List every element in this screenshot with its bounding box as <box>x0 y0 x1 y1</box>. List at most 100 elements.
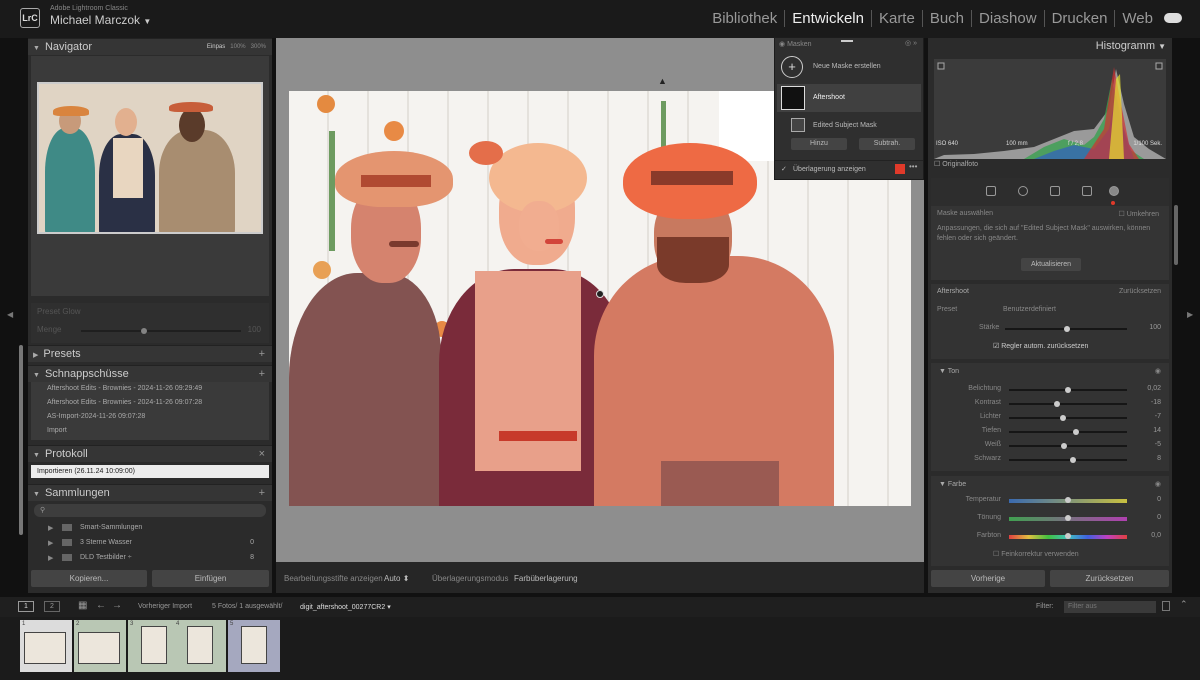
forward-arrow-icon[interactable]: → <box>112 600 122 611</box>
drag-handle[interactable] <box>841 40 853 42</box>
slider-value[interactable]: 0 <box>1141 514 1161 521</box>
filmstrip-thumb[interactable]: 2 <box>74 620 126 672</box>
red-eye-icon[interactable] <box>1050 186 1060 196</box>
color-title[interactable]: ▼ Farbe <box>939 481 966 488</box>
page-2-button[interactable]: 2 <box>44 601 60 612</box>
slider-value[interactable]: -5 <box>1141 441 1161 448</box>
collections-header[interactable]: ▼ Sammlungen + <box>28 484 272 501</box>
overlay-checkbox[interactable]: ✓ <box>781 165 787 173</box>
preset-select[interactable]: Benutzerdefiniert <box>1003 306 1056 313</box>
slider-knob[interactable] <box>1069 457 1076 463</box>
slider-track[interactable] <box>1009 497 1127 503</box>
lock-icon[interactable] <box>1162 601 1170 611</box>
slider-value[interactable]: 14 <box>1141 427 1161 434</box>
histogram-header[interactable]: Histogramm ▼ <box>1096 40 1166 52</box>
subtract-mask-button[interactable]: Subtrah. <box>859 138 915 150</box>
snapshot-item[interactable]: Aftershoot Edits - Brownies - 2024-11-26… <box>31 396 269 410</box>
add-snapshot-icon[interactable]: + <box>259 366 265 383</box>
module-diashow[interactable]: Diashow <box>972 10 1045 27</box>
amount-slider[interactable] <box>1005 326 1127 332</box>
auto-reset-checkbox[interactable]: ☑ Regler autom. zurücksetzen <box>993 342 1088 350</box>
source-label[interactable]: Vorheriger Import <box>138 603 192 610</box>
grid-icon[interactable]: ▦ <box>78 600 87 611</box>
history-header[interactable]: ▼ Protokoll × <box>28 445 272 462</box>
slider-knob[interactable] <box>1065 387 1071 393</box>
filmstrip-thumb[interactable]: 3 <box>128 620 180 672</box>
snapshot-item[interactable]: AS-Import-2024-11-26 09:07:28 <box>31 410 269 424</box>
slider-knob[interactable] <box>1054 401 1061 407</box>
expand-icon[interactable]: ▶ <box>48 524 53 532</box>
left-scrollbar[interactable] <box>19 345 23 535</box>
zoom-fit[interactable]: Einpas <box>207 44 225 50</box>
slider-track[interactable] <box>1009 515 1127 521</box>
page-1-button[interactable]: 1 <box>18 601 34 612</box>
effects-slider[interactable] <box>81 328 241 334</box>
slider-knob[interactable] <box>1060 415 1067 421</box>
slider-knob[interactable] <box>1065 533 1071 539</box>
left-panel-toggle-icon[interactable]: ◀ <box>7 310 13 319</box>
add-collection-icon[interactable]: + <box>259 485 265 502</box>
cloud-icon[interactable] <box>1164 13 1182 23</box>
crop-icon[interactable] <box>986 186 996 196</box>
slider-knob[interactable] <box>1061 443 1068 449</box>
collection-item[interactable]: 3 Sterne Wasser <box>80 539 132 546</box>
collection-item[interactable]: Smart-Sammlungen <box>80 524 142 531</box>
add-mask-icon[interactable]: + <box>781 56 803 78</box>
clear-history-icon[interactable]: × <box>259 446 265 463</box>
filmstrip-thumb[interactable]: 1 <box>20 620 72 672</box>
new-mask-button[interactable]: Neue Maske erstellen <box>813 63 881 70</box>
panel-options-icon[interactable]: ◎ » <box>905 39 917 47</box>
collection-search[interactable]: ⚲ <box>34 504 266 517</box>
module-entwickeln[interactable]: Entwickeln <box>785 10 872 27</box>
slider-value[interactable]: 0,02 <box>1141 385 1161 392</box>
slider-track[interactable] <box>1009 401 1127 407</box>
reset-section-button[interactable]: Zurücksetzen <box>1119 288 1161 295</box>
snapshot-item[interactable]: Import <box>31 424 269 438</box>
slider-value[interactable]: -7 <box>1141 413 1161 420</box>
edit-pins-select[interactable]: Auto ⬍ <box>384 574 409 583</box>
slider-track[interactable] <box>1009 415 1127 421</box>
navigator-thumbnail[interactable] <box>37 82 263 234</box>
eye-icon[interactable]: ◉ <box>1155 367 1161 375</box>
slider-track[interactable] <box>1009 533 1127 539</box>
filter-select[interactable]: Filter aus <box>1064 601 1156 613</box>
slider-knob[interactable] <box>1073 429 1080 435</box>
slider-value[interactable]: 8 <box>1141 455 1161 462</box>
slider-value[interactable]: 0 <box>1141 496 1161 503</box>
snapshot-item[interactable]: Aftershoot Edits - Brownies - 2024-11-26… <box>31 382 269 396</box>
slider-track[interactable] <box>1009 443 1127 449</box>
module-buch[interactable]: Buch <box>923 10 973 27</box>
previous-button[interactable]: Vorherige <box>931 570 1045 587</box>
eye-icon[interactable]: ◉ <box>1155 480 1161 488</box>
filename-select[interactable]: digit_aftershoot_00277CR2 ▾ <box>300 603 391 611</box>
slider-knob[interactable] <box>1065 497 1071 503</box>
right-scrollbar[interactable] <box>1174 205 1178 265</box>
zoom-100[interactable]: 100% <box>230 44 245 50</box>
chevron-down-icon[interactable]: ⌃ <box>1180 599 1188 610</box>
original-photo-toggle[interactable]: ☐ Originalfoto <box>934 160 978 168</box>
module-web[interactable]: Web <box>1115 10 1160 27</box>
slider-value[interactable]: -18 <box>1141 399 1161 406</box>
slider-value[interactable]: 0,0 <box>1141 532 1161 539</box>
filmstrip-thumb[interactable]: 4 <box>174 620 226 672</box>
expand-icon[interactable]: ▶ <box>48 539 53 547</box>
tone-title[interactable]: ▼ Ton <box>939 368 959 375</box>
slider-track[interactable] <box>1009 457 1127 463</box>
histogram[interactable]: ISO 640 100 mm f / 2,8 1/100 Sek. <box>934 59 1166 159</box>
slider-track[interactable] <box>1009 387 1127 393</box>
more-options-icon[interactable]: ••• <box>909 162 917 171</box>
module-bibliothek[interactable]: Bibliothek <box>705 10 786 27</box>
add-to-mask-button[interactable]: Hinzu <box>791 138 847 150</box>
overlay-mode-select[interactable]: Farbüberlagerung <box>514 574 578 583</box>
masking-icon[interactable] <box>1082 186 1092 196</box>
fine-adjust-checkbox[interactable]: ☐ Feinkorrektur verwenden <box>993 550 1079 558</box>
filmstrip-thumb[interactable]: 5 <box>228 620 280 672</box>
mask-thumbnail[interactable] <box>781 86 805 110</box>
invert-toggle[interactable]: ☐ Umkehren <box>1118 210 1159 218</box>
slider-track[interactable] <box>1009 429 1127 435</box>
right-panel-toggle-icon[interactable]: ▶ <box>1187 310 1193 319</box>
slider-knob[interactable] <box>1065 515 1071 521</box>
back-arrow-icon[interactable]: ← <box>96 600 106 611</box>
add-preset-icon[interactable]: + <box>259 346 265 363</box>
zoom-300[interactable]: 300% <box>251 44 266 50</box>
